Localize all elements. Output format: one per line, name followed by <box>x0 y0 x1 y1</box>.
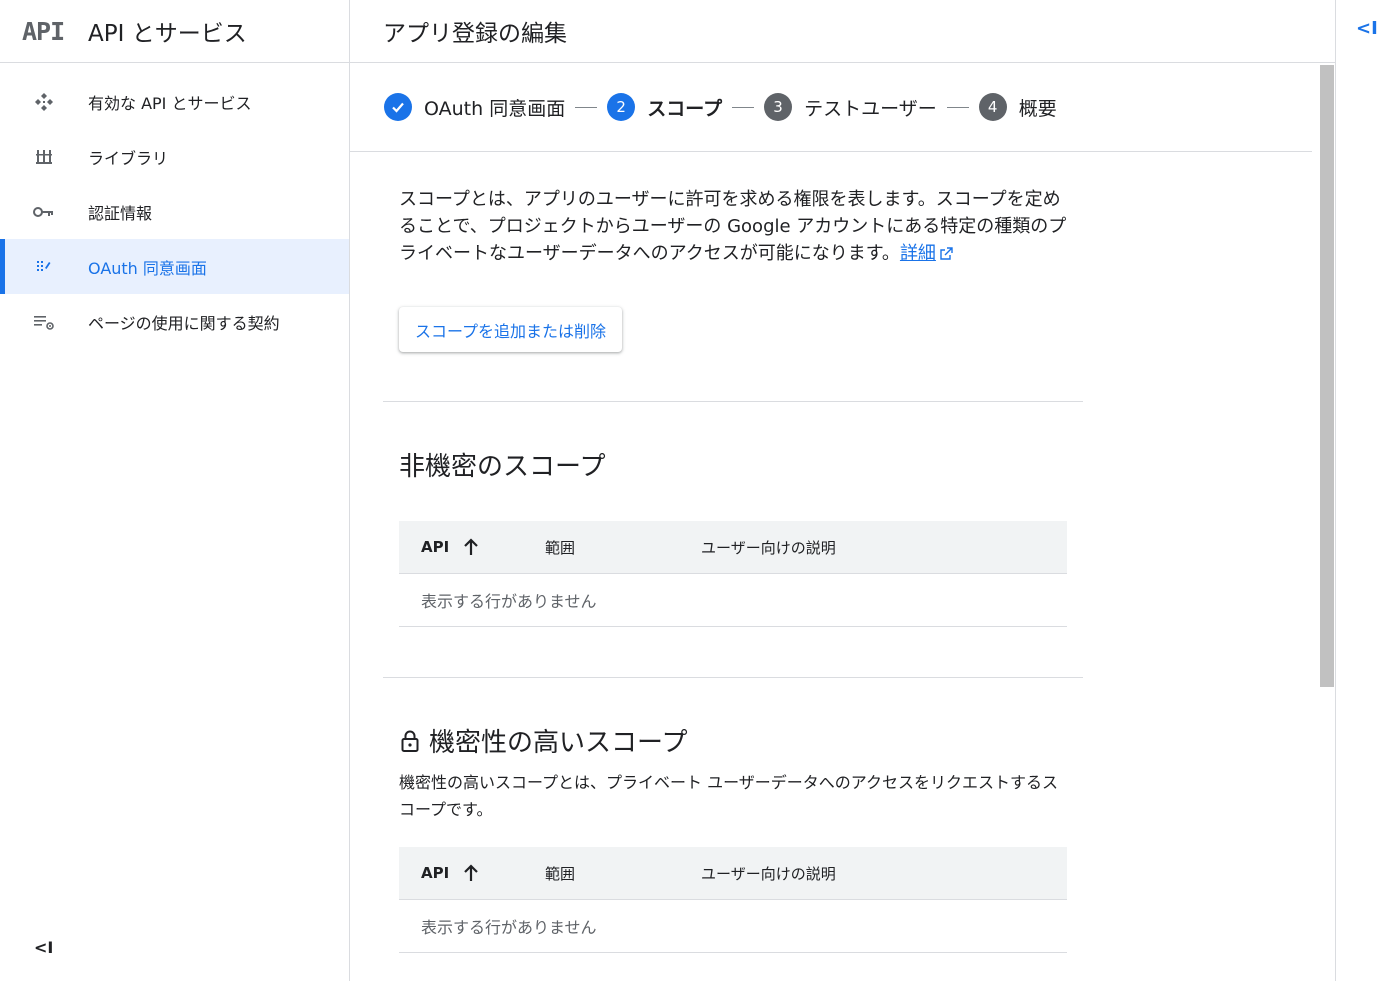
column-header: 範囲 <box>545 864 576 883</box>
api-diamond-icon <box>33 91 55 113</box>
step-label: 概要 <box>1018 97 1057 120</box>
empty-table-row: 表示する行がありません <box>399 900 1067 953</box>
sensitive-scopes-table: API 範囲 ユーザー向けの説明 表示する行がありません <box>399 847 1067 953</box>
column-header: 範囲 <box>545 538 576 557</box>
sidebar: API API とサービス 有効な API とサービス ライブラリ 認証情報 O… <box>0 0 350 981</box>
column-header: API <box>421 538 450 556</box>
collapse-sidebar-button[interactable]: <I <box>34 938 53 957</box>
section-divider <box>383 401 1083 402</box>
column-header: ユーザー向けの説明 <box>701 864 836 883</box>
sensitive-scopes-description: 機密性の高いスコープとは、プライベート ユーザーデータへのアクセスをリクエストす… <box>399 773 1059 819</box>
non-sensitive-scopes-table: API 範囲 ユーザー向けの説明 表示する行がありません <box>399 521 1067 627</box>
sidebar-item-label: ライブラリ <box>88 148 169 168</box>
arrow-up-icon <box>463 538 479 556</box>
lock-icon <box>399 729 421 753</box>
sidebar-nav: 有効な API とサービス ライブラリ 認証情報 OAuth 同意画面 ページの… <box>0 74 349 349</box>
step-label: テストユーザー <box>804 97 937 120</box>
step-number: 2 <box>607 93 636 121</box>
add-remove-scopes-button[interactable]: スコープを追加または削除 <box>399 307 623 352</box>
sidebar-header: API API とサービス <box>0 0 349 63</box>
library-icon <box>33 146 55 168</box>
sidebar-item-credentials[interactable]: 認証情報 <box>0 184 349 239</box>
sidebar-title: API とサービス <box>88 21 247 47</box>
sidebar-item-oauth-consent[interactable]: OAuth 同意画面 <box>0 239 349 294</box>
sidebar-item-label: OAuth 同意画面 <box>88 258 207 278</box>
step-separator <box>732 106 755 108</box>
step-separator <box>575 106 598 108</box>
step-label: OAuth 同意画面 <box>424 97 566 120</box>
section-divider <box>383 677 1083 678</box>
learn-more-link[interactable]: 詳細 <box>900 243 936 264</box>
table-header: API 範囲 ユーザー向けの説明 <box>399 847 1067 900</box>
page-title: アプリ登録の編集 <box>383 21 567 47</box>
non-sensitive-scopes-title: 非機密のスコープ <box>399 452 606 482</box>
sidebar-item-label: 認証情報 <box>88 203 153 223</box>
step-summary[interactable]: 4 概要 <box>978 93 1057 121</box>
key-icon <box>33 201 55 223</box>
expand-panel-button[interactable]: <I <box>1356 18 1378 39</box>
scopes-intro-text: スコープとは、アプリのユーザーに許可を求める権限を表します。スコープを定めること… <box>399 189 1067 264</box>
column-api-sort[interactable]: API <box>399 538 545 556</box>
sidebar-item-label: ページの使用に関する契約 <box>88 313 280 333</box>
main-content: アプリ登録の編集 OAuth 同意画面 2 スコープ 3 テストユーザー 4 概… <box>350 0 1335 981</box>
column-header: ユーザー向けの説明 <box>701 538 836 557</box>
empty-table-row: 表示する行がありません <box>399 574 1067 627</box>
settings-list-icon <box>33 311 55 333</box>
step-label: スコープ <box>647 97 723 120</box>
step-separator <box>946 106 969 108</box>
vertical-scrollbar[interactable] <box>1320 65 1334 687</box>
page-header: アプリ登録の編集 <box>350 0 1335 63</box>
scopes-form: スコープとは、アプリのユーザーに許可を求める権限を表します。スコープを定めること… <box>350 152 1085 953</box>
sidebar-item-label: 有効な API とサービス <box>88 93 252 113</box>
external-link-icon <box>939 242 953 269</box>
sensitive-scopes-heading: 機密性の高いスコープ <box>399 722 1085 759</box>
sensitive-scopes-title: 機密性の高いスコープ <box>429 728 688 758</box>
stepper: OAuth 同意画面 2 スコープ 3 テストユーザー 4 概要 <box>350 63 1312 152</box>
step-number: 3 <box>764 93 793 121</box>
scopes-intro: スコープとは、アプリのユーザーに許可を求める権限を表します。スコープを定めること… <box>399 186 1069 269</box>
consent-grid-icon <box>33 256 55 278</box>
arrow-up-icon <box>463 864 479 882</box>
column-api-sort[interactable]: API <box>399 864 545 882</box>
step-number: 4 <box>978 93 1007 121</box>
table-header: API 範囲 ユーザー向けの説明 <box>399 521 1067 574</box>
sidebar-item-page-usage[interactable]: ページの使用に関する契約 <box>0 294 349 349</box>
step-scopes[interactable]: 2 スコープ <box>607 93 722 121</box>
sidebar-item-library[interactable]: ライブラリ <box>0 129 349 184</box>
right-rail: <I <box>1335 0 1400 981</box>
sidebar-item-enabled-apis[interactable]: 有効な API とサービス <box>0 74 349 129</box>
step-oauth-consent[interactable]: OAuth 同意画面 <box>384 93 565 121</box>
check-icon <box>384 93 412 121</box>
step-test-users[interactable]: 3 テストユーザー <box>764 93 937 121</box>
api-logo: API <box>22 16 65 46</box>
column-header: API <box>421 864 450 882</box>
